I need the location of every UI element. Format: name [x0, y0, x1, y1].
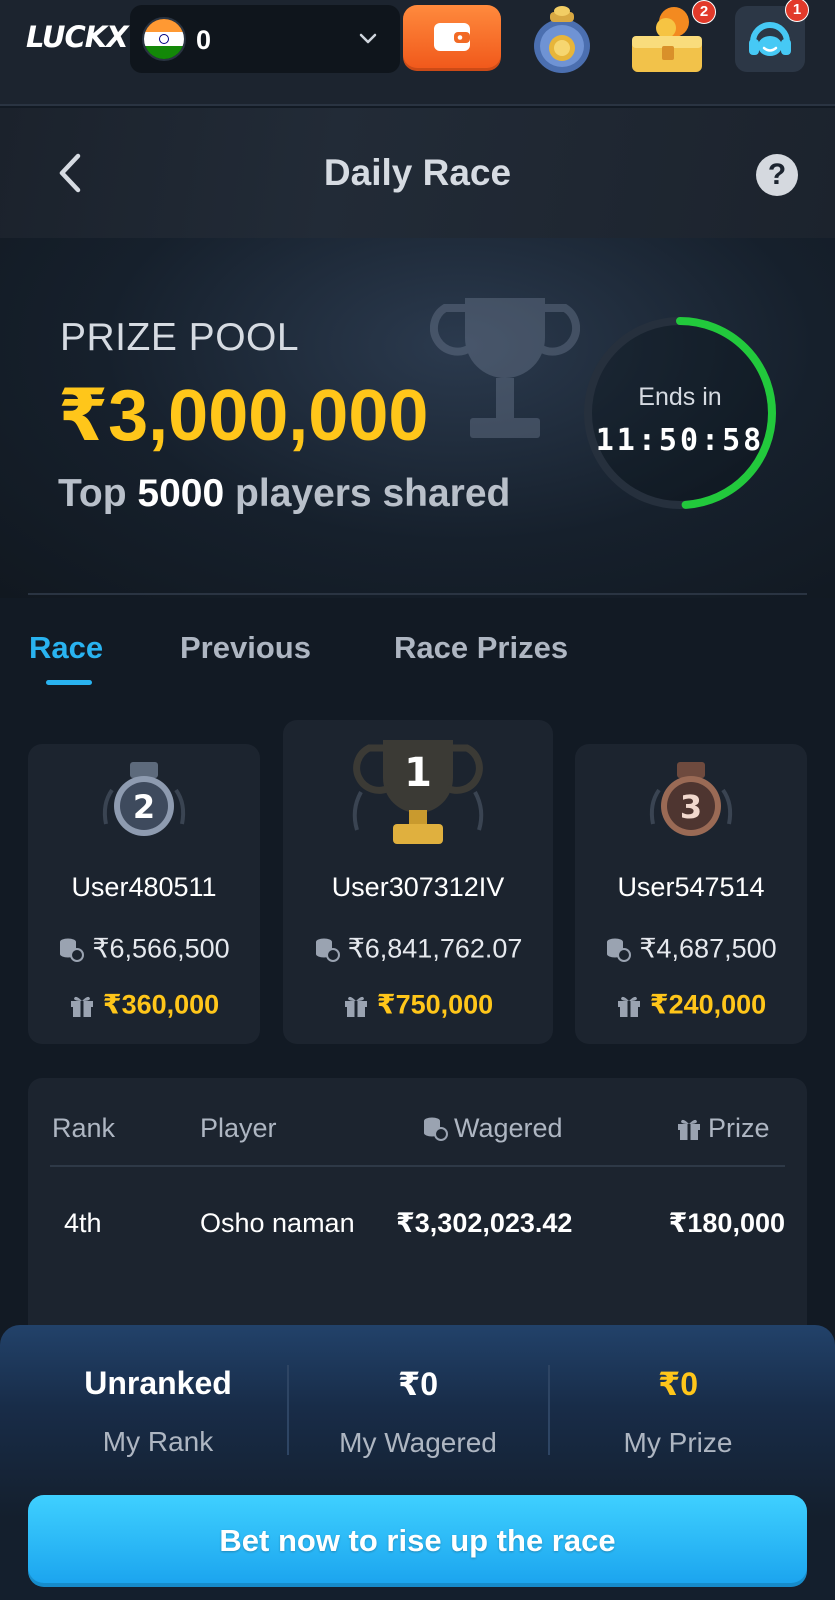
my-rank-value: Unranked [84, 1365, 232, 1401]
trophy-background-icon [430, 298, 580, 438]
svg-text:1: 1 [404, 750, 432, 796]
chest-notification-badge: 2 [692, 0, 716, 24]
podium-second-place[interactable]: 2 User480511 ₹6,566,500 ₹360,000 [28, 744, 260, 1044]
header-prize: Prize [676, 1113, 770, 1144]
header-rank: Rank [52, 1113, 116, 1143]
podium-wagered: ₹6,566,500 [28, 932, 260, 964]
svg-text:2: 2 [133, 788, 155, 826]
my-prize-stat: ₹0 My Prize [548, 1365, 808, 1459]
my-rank-stat: Unranked My Rank [28, 1365, 288, 1458]
row-prize: ₹180,000 [668, 1208, 785, 1238]
gift-icon [70, 996, 93, 1017]
prize-pool-amount: ₹3,000,000 [58, 376, 429, 456]
my-wagered-label: My Wagered [339, 1427, 497, 1458]
balance-selector[interactable]: 0 [130, 5, 400, 73]
header-player: Player [200, 1113, 277, 1143]
row-player: Osho naman [200, 1208, 355, 1238]
row-wagered: ₹3,302,023.42 [396, 1208, 573, 1238]
podium-wagered: ₹4,687,500 [575, 932, 807, 964]
page-header: Daily Race ? [0, 108, 835, 238]
timer-value: 11:50:58 [595, 423, 765, 458]
chevron-down-icon [359, 33, 377, 44]
my-rank-label: My Rank [102, 1426, 214, 1457]
luckx-logo[interactable]: LUCKX [26, 20, 129, 54]
my-stats-panel: Unranked My Rank ₹0 My Wagered ₹0 My Pri… [0, 1325, 835, 1600]
podium-third-place[interactable]: 3 User547514 ₹4,687,500 ₹240,000 [575, 744, 807, 1044]
podium-first-place[interactable]: 1 User307312IV ₹6,841,762.07 ₹750,000 [283, 720, 553, 1044]
gift-icon [678, 1119, 700, 1140]
gold-trophy-icon: 1 [352, 740, 484, 844]
coins-icon [607, 938, 632, 962]
leaderboard-table: Rank Player Wagered Prize 4th Osho naman… [28, 1078, 807, 1338]
coins-icon [60, 938, 85, 962]
silver-medal-icon: 2 [102, 762, 186, 836]
table-header-divider [50, 1165, 785, 1167]
bronze-medal-icon: 3 [649, 762, 733, 836]
treasure-jar-icon[interactable] [526, 2, 598, 76]
gift-icon [344, 996, 367, 1017]
support-notification-badge: 1 [785, 0, 809, 22]
countdown-timer: Ends in 11:50:58 [580, 313, 780, 513]
divider [28, 593, 807, 595]
prize-pool-banner: PRIZE POOL ₹3,000,000 Top 5000 players s… [0, 238, 835, 598]
podium-username: User547514 [617, 872, 765, 902]
podium-username: User480511 [71, 872, 217, 902]
podium-wagered: ₹6,841,762.07 [283, 932, 553, 964]
active-tab-indicator [46, 680, 92, 685]
wallet-icon [434, 23, 470, 51]
balance-value: 0 [196, 25, 212, 55]
my-wagered-value: ₹0 [397, 1366, 439, 1402]
svg-text:3: 3 [680, 788, 702, 826]
coins-icon [315, 938, 340, 962]
prize-share-text: Top 5000 players shared [58, 472, 511, 515]
header-wagered: Wagered [422, 1113, 563, 1144]
timer-ring [584, 317, 776, 509]
wallet-button[interactable] [403, 5, 501, 71]
coins-icon [424, 1117, 448, 1141]
tab-race-prizes[interactable]: Race Prizes [394, 630, 568, 666]
my-wagered-stat: ₹0 My Wagered [288, 1365, 548, 1459]
india-flag-icon [142, 17, 186, 61]
my-prize-label: My Prize [623, 1427, 733, 1458]
bet-now-button[interactable]: Bet now to rise up the race [28, 1495, 807, 1587]
tab-previous[interactable]: Previous [180, 630, 311, 666]
top-bar: LUCKX 0 2 1 [0, 0, 835, 106]
help-icon[interactable]: ? [756, 154, 798, 196]
podium-prize: ₹750,000 [283, 988, 553, 1020]
podium-prize: ₹240,000 [575, 988, 807, 1020]
tab-race[interactable]: Race [29, 630, 103, 666]
podium-username: User307312IV [331, 872, 505, 902]
prize-pool-label: PRIZE POOL [60, 316, 300, 359]
podium-prize: ₹360,000 [28, 988, 260, 1020]
my-prize-value: ₹0 [657, 1366, 699, 1402]
timer-label: Ends in [638, 383, 722, 411]
row-rank: 4th [64, 1208, 102, 1238]
page-title: Daily Race [323, 152, 512, 193]
gift-icon [617, 996, 640, 1017]
